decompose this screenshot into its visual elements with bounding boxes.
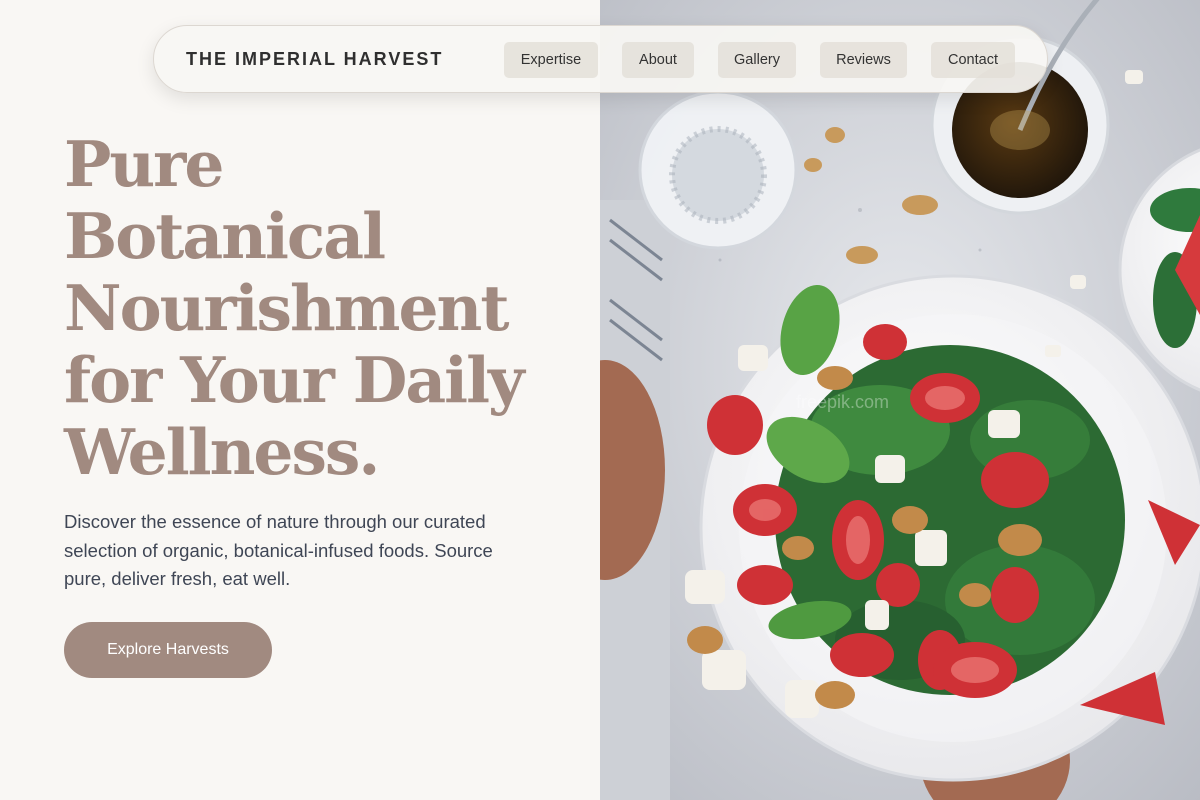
hero-subtext: Discover the essence of nature through o… (64, 511, 493, 589)
headline-line: Pure (64, 127, 224, 201)
nav-link-about[interactable]: About (622, 42, 694, 78)
nav-link-reviews[interactable]: Reviews (820, 42, 907, 78)
hero-food-photo: freepik.com (600, 0, 1200, 800)
watermark-text: freepik.com (796, 392, 890, 412)
hero-headline: Pure Botanical Nourishment for Your Dail… (64, 128, 584, 488)
headline-line: Nourishment (64, 271, 509, 345)
salad-bowl-illustration (600, 0, 1200, 800)
hero-left-panel: Pure Botanical Nourishment for Your Dail… (0, 0, 600, 800)
explore-harvests-button[interactable]: Explore Harvests (64, 622, 272, 678)
brand-logo-text[interactable]: THE IMPERIAL HARVEST (186, 49, 443, 70)
top-navigation-bar: THE IMPERIAL HARVEST Expertise About Gal… (153, 25, 1048, 93)
headline-line: Botanical (64, 199, 386, 273)
nav-link-expertise[interactable]: Expertise (504, 42, 598, 78)
nav-link-contact[interactable]: Contact (931, 42, 1015, 78)
nav-link-gallery[interactable]: Gallery (718, 42, 796, 78)
headline-line: for Your Daily (64, 343, 525, 417)
headline-line: Wellness. (64, 415, 380, 489)
